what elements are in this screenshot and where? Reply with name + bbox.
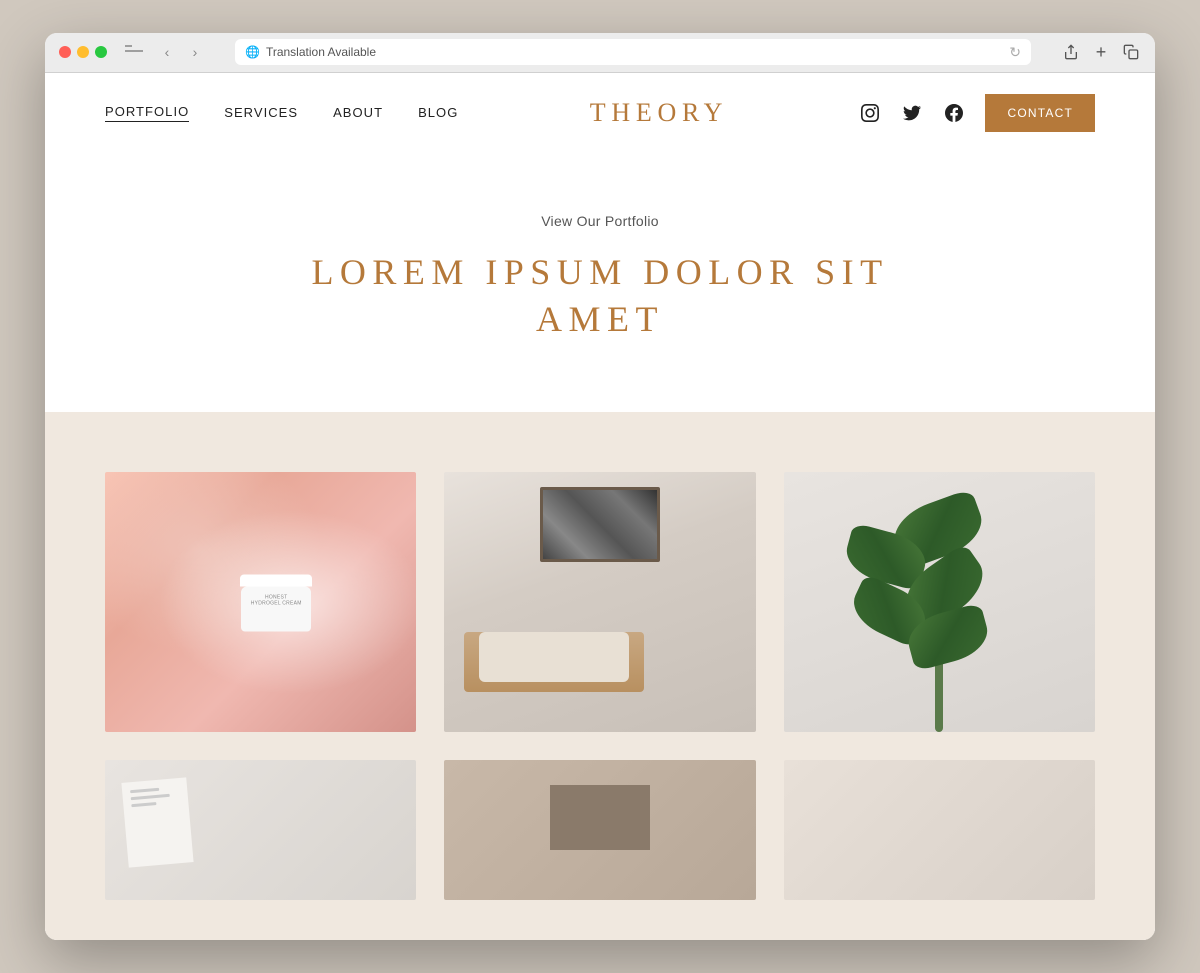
sidebar-bar xyxy=(125,45,132,47)
hero-section: View Our Portfolio LOREM IPSUM DOLOR SIT… xyxy=(45,153,1155,413)
new-tab-icon[interactable]: + xyxy=(1091,42,1111,62)
portfolio-image-cream: HONESTHYDROGEL CREAM xyxy=(105,472,416,732)
website-content: PORTFOLIO SERVICES ABOUT BLOG THEORY xyxy=(45,73,1155,941)
portfolio-image-magazine xyxy=(105,760,416,900)
package-box xyxy=(550,785,650,850)
jar-icon: HONESTHYDROGEL CREAM xyxy=(236,575,316,630)
browser-dots xyxy=(59,46,107,58)
jar-body: HONESTHYDROGEL CREAM xyxy=(241,587,311,632)
mag-line xyxy=(131,794,170,800)
nav-about[interactable]: ABOUT xyxy=(333,105,383,120)
browser-window: ‹ › 🌐 Translation Available ↻ + xyxy=(45,33,1155,941)
jar-lid xyxy=(240,575,312,587)
facebook-icon[interactable] xyxy=(943,102,965,124)
translation-icon: 🌐 xyxy=(245,45,260,59)
portfolio-item[interactable]: HONESTHYDROGEL CREAM xyxy=(105,472,416,732)
portfolio-item[interactable] xyxy=(105,760,416,900)
portfolio-item[interactable] xyxy=(784,760,1095,900)
twitter-icon[interactable] xyxy=(901,102,923,124)
sofa-cushion xyxy=(479,632,629,682)
magazine-text xyxy=(121,778,189,821)
browser-actions: + xyxy=(1061,42,1141,62)
share-icon[interactable] xyxy=(1061,42,1081,62)
portfolio-item[interactable] xyxy=(444,760,755,900)
nav-portfolio[interactable]: PORTFOLIO xyxy=(105,104,189,122)
jar-label: HONESTHYDROGEL CREAM xyxy=(241,587,311,607)
portfolio-grid: HONESTHYDROGEL CREAM xyxy=(105,472,1095,732)
forward-arrow-icon[interactable]: › xyxy=(185,42,205,62)
portfolio-section: HONESTHYDROGEL CREAM xyxy=(45,412,1155,940)
sidebar-bar xyxy=(125,50,143,52)
portfolio-bottom-row xyxy=(105,760,1095,900)
address-bar[interactable]: 🌐 Translation Available ↻ xyxy=(235,39,1031,65)
painting-artwork xyxy=(543,490,657,559)
magazine-paper xyxy=(121,778,193,868)
portfolio-image-neutral xyxy=(784,760,1095,900)
portfolio-image-sofa xyxy=(444,472,755,732)
nav-left: PORTFOLIO SERVICES ABOUT BLOG xyxy=(105,104,458,122)
dot-red[interactable] xyxy=(59,46,71,58)
portfolio-item[interactable] xyxy=(444,472,755,732)
dot-green[interactable] xyxy=(95,46,107,58)
nav-blog[interactable]: BLOG xyxy=(418,105,458,120)
back-arrow-icon[interactable]: ‹ xyxy=(157,42,177,62)
mag-line xyxy=(130,788,160,794)
hero-title: LOREM IPSUM DOLOR SIT AMET xyxy=(85,249,1115,343)
navbar: PORTFOLIO SERVICES ABOUT BLOG THEORY xyxy=(45,73,1155,153)
browser-nav: ‹ › xyxy=(157,42,205,62)
mag-line xyxy=(131,802,156,807)
portfolio-image-plant xyxy=(784,472,1095,732)
browser-chrome: ‹ › 🌐 Translation Available ↻ + xyxy=(45,33,1155,73)
address-bar-text: Translation Available xyxy=(266,45,376,59)
dot-yellow[interactable] xyxy=(77,46,89,58)
painting-frame xyxy=(540,487,660,562)
hero-subtitle: View Our Portfolio xyxy=(85,213,1115,229)
sidebar-toggle-icon[interactable] xyxy=(125,45,143,59)
brand-logo[interactable]: THEORY xyxy=(590,98,728,128)
portfolio-image-package xyxy=(444,760,755,900)
nav-services[interactable]: SERVICES xyxy=(224,105,298,120)
reload-icon[interactable]: ↻ xyxy=(1009,44,1021,61)
contact-button[interactable]: CONTACT xyxy=(985,94,1095,132)
nav-right: CONTACT xyxy=(859,94,1095,132)
instagram-icon[interactable] xyxy=(859,102,881,124)
duplicate-icon[interactable] xyxy=(1121,42,1141,62)
portfolio-item[interactable] xyxy=(784,472,1095,732)
